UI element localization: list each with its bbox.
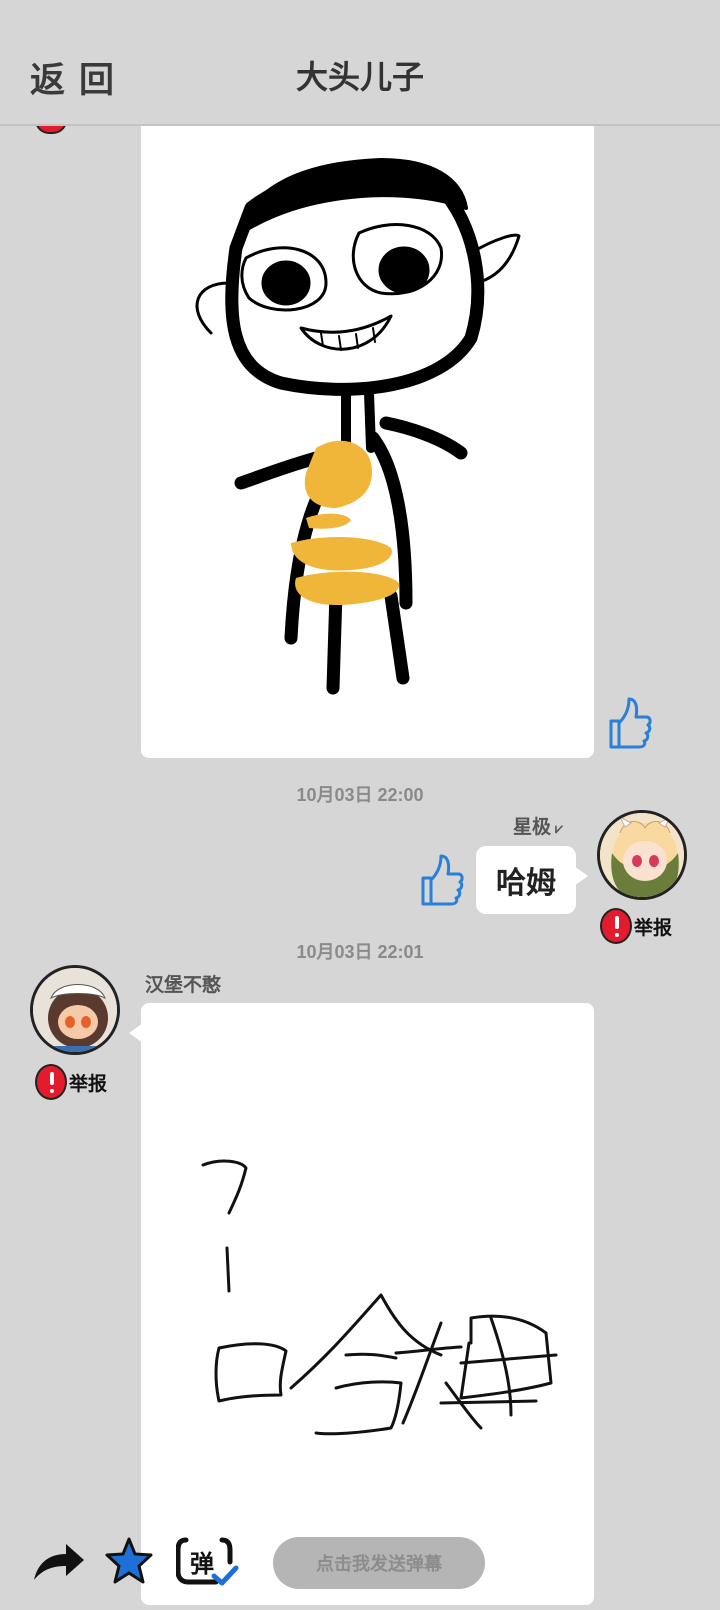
like-button-2[interactable] xyxy=(415,852,465,913)
danmaku-icon: 弹 xyxy=(175,1537,239,1586)
svg-text:弹: 弹 xyxy=(190,1550,214,1578)
timestamp-1: 10月03日 22:00 xyxy=(296,785,424,805)
drawing-canvas-1 xyxy=(141,118,594,758)
chat-text: 哈姆 xyxy=(496,867,556,900)
chibi-avatar-image xyxy=(33,968,117,1052)
anime-girl-avatar-image xyxy=(600,813,684,897)
drawing-canvas-2 xyxy=(129,1003,594,1605)
favorite-button[interactable] xyxy=(104,1536,154,1591)
username-xingji: 星极 ⩗ xyxy=(513,817,563,838)
share-button[interactable] xyxy=(30,1540,86,1589)
danmaku-input[interactable]: 点击我发送弹幕 xyxy=(273,1537,485,1589)
chat-bubble-xingji: 哈姆 xyxy=(476,846,588,914)
avatar-xingji[interactable] xyxy=(597,810,687,900)
alert-icon xyxy=(35,1064,67,1100)
username-hanbao: 汉堡不憨 xyxy=(145,975,222,996)
star-icon xyxy=(105,1537,153,1584)
like-button-1[interactable] xyxy=(603,695,653,756)
avatar-hanbao[interactable] xyxy=(30,965,120,1055)
thumbs-up-icon xyxy=(421,854,464,906)
handwriting-drawing xyxy=(201,1159,558,1436)
canvas-pointer xyxy=(129,1023,143,1043)
page-title: 大头儿子 xyxy=(295,59,424,95)
share-icon xyxy=(34,1544,84,1580)
thumbs-up-icon xyxy=(609,697,652,749)
sparkle-icon: ⩗ xyxy=(555,820,563,836)
stick-figure-drawing xyxy=(195,158,521,695)
top-bar: 返回 大头儿子 xyxy=(0,0,720,126)
report-button-hanbao[interactable]: 举报 xyxy=(35,1064,107,1100)
timestamp-2: 10月03日 22:01 xyxy=(296,942,424,962)
danmaku-toggle-button[interactable]: 弹 xyxy=(175,1536,240,1593)
